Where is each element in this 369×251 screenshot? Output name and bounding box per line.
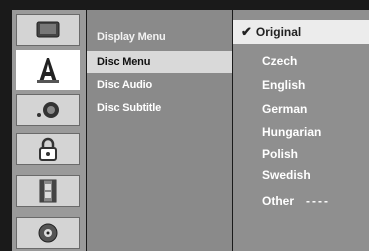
- option-german[interactable]: German: [233, 97, 369, 121]
- sidebar-item-film[interactable]: [16, 175, 80, 207]
- options-panel: ✔ Original Czech English German Hungarian…: [233, 10, 369, 251]
- option-hungarian[interactable]: Hungarian: [233, 120, 369, 144]
- option-swedish[interactable]: Swedish: [233, 163, 369, 187]
- option-czech[interactable]: Czech: [233, 49, 369, 73]
- sidebar-item-language[interactable]: [16, 50, 80, 90]
- lock-icon: [39, 137, 57, 161]
- display-icon: [36, 21, 60, 38]
- submenu-panel: Display Menu Disc Menu Disc Audio Disc S…: [87, 10, 232, 251]
- disc-icon: [38, 223, 58, 243]
- menu-frame: Display Menu Disc Menu Disc Audio Disc S…: [0, 0, 369, 251]
- sidebar-item-audio[interactable]: [16, 94, 80, 126]
- audio-icon: [37, 102, 59, 118]
- option-label: Original: [255, 25, 302, 39]
- option-english[interactable]: English: [233, 73, 369, 97]
- sidebar-item-lock[interactable]: [16, 133, 80, 165]
- submenu-item-disc-subtitle[interactable]: Disc Subtitle: [87, 97, 232, 119]
- submenu-item-disc-audio[interactable]: Disc Audio: [87, 74, 232, 96]
- option-other[interactable]: Other ----: [233, 189, 369, 213]
- option-original[interactable]: ✔ Original: [233, 20, 369, 44]
- check-icon: ✔: [241, 24, 252, 39]
- other-code-field[interactable]: ----: [306, 194, 330, 208]
- film-icon: [39, 179, 57, 203]
- sidebar: [12, 10, 86, 251]
- language-icon: [37, 58, 59, 83]
- option-other-label: Other: [262, 194, 295, 208]
- sidebar-item-display[interactable]: [16, 14, 80, 46]
- submenu-item-disc-menu[interactable]: Disc Menu: [87, 51, 232, 73]
- sidebar-item-disc[interactable]: [16, 217, 80, 249]
- submenu-item-display-menu[interactable]: Display Menu: [87, 26, 232, 48]
